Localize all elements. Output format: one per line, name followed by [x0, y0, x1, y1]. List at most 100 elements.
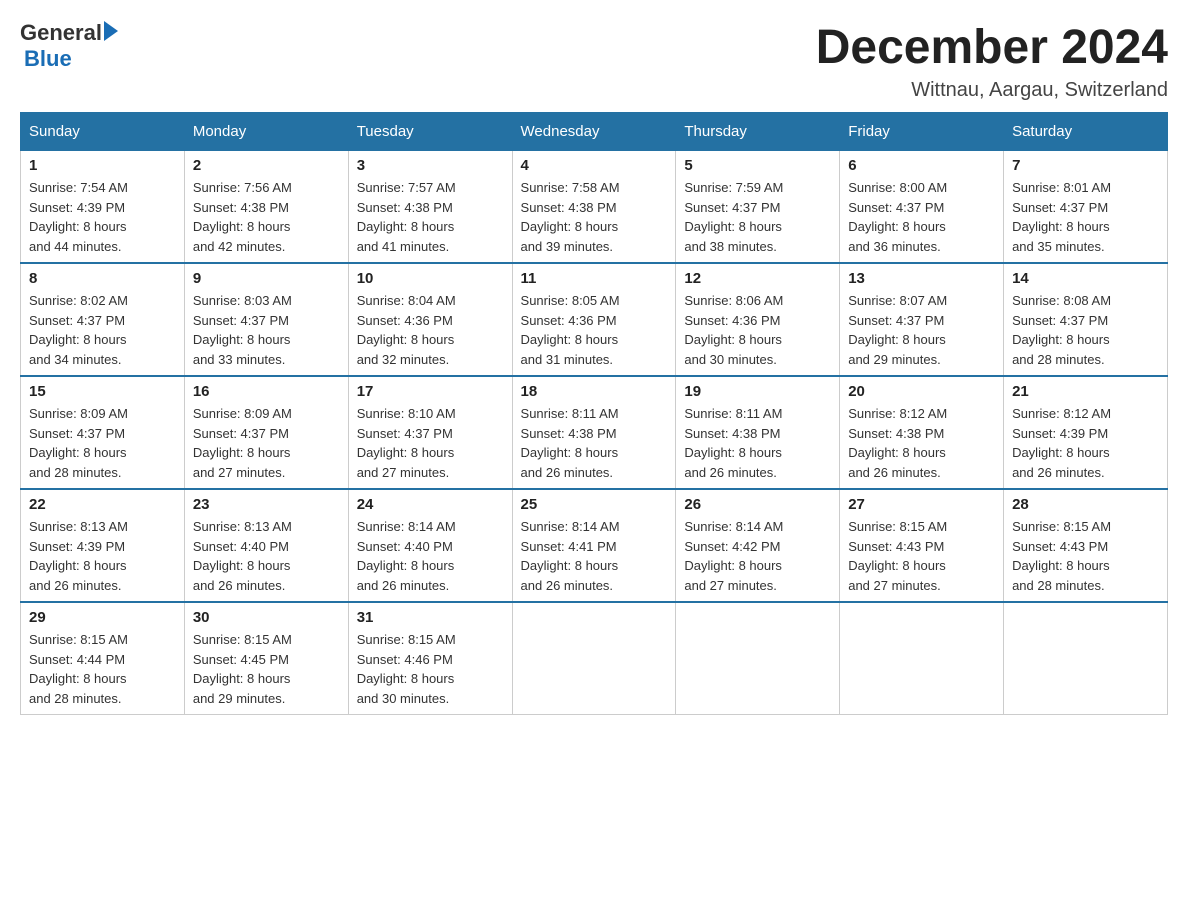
calendar-cell: 25 Sunrise: 8:14 AM Sunset: 4:41 PM Dayl… — [512, 489, 676, 602]
calendar-cell: 21 Sunrise: 8:12 AM Sunset: 4:39 PM Dayl… — [1004, 376, 1168, 489]
day-number: 1 — [29, 157, 176, 174]
day-info: Sunrise: 8:12 AM Sunset: 4:38 PM Dayligh… — [848, 404, 995, 482]
calendar-week-row: 22 Sunrise: 8:13 AM Sunset: 4:39 PM Dayl… — [21, 489, 1168, 602]
day-number: 9 — [193, 270, 340, 287]
calendar-cell: 23 Sunrise: 8:13 AM Sunset: 4:40 PM Dayl… — [184, 489, 348, 602]
day-number: 28 — [1012, 496, 1159, 513]
day-number: 27 — [848, 496, 995, 513]
calendar-week-row: 8 Sunrise: 8:02 AM Sunset: 4:37 PM Dayli… — [21, 263, 1168, 376]
day-number: 2 — [193, 157, 340, 174]
day-number: 8 — [29, 270, 176, 287]
calendar-cell — [512, 602, 676, 715]
calendar-cell: 27 Sunrise: 8:15 AM Sunset: 4:43 PM Dayl… — [840, 489, 1004, 602]
calendar-cell: 11 Sunrise: 8:05 AM Sunset: 4:36 PM Dayl… — [512, 263, 676, 376]
day-number: 4 — [521, 157, 668, 174]
calendar-cell: 17 Sunrise: 8:10 AM Sunset: 4:37 PM Dayl… — [348, 376, 512, 489]
calendar-cell: 2 Sunrise: 7:56 AM Sunset: 4:38 PM Dayli… — [184, 151, 348, 264]
header-day: Sunday — [21, 113, 185, 151]
day-info: Sunrise: 8:08 AM Sunset: 4:37 PM Dayligh… — [1012, 291, 1159, 369]
day-info: Sunrise: 7:56 AM Sunset: 4:38 PM Dayligh… — [193, 178, 340, 256]
calendar-cell: 13 Sunrise: 8:07 AM Sunset: 4:37 PM Dayl… — [840, 263, 1004, 376]
calendar-cell: 9 Sunrise: 8:03 AM Sunset: 4:37 PM Dayli… — [184, 263, 348, 376]
calendar-cell: 28 Sunrise: 8:15 AM Sunset: 4:43 PM Dayl… — [1004, 489, 1168, 602]
header-day: Monday — [184, 113, 348, 151]
day-number: 12 — [684, 270, 831, 287]
page-header: General Blue December 2024 Wittnau, Aarg… — [20, 20, 1168, 102]
day-info: Sunrise: 8:04 AM Sunset: 4:36 PM Dayligh… — [357, 291, 504, 369]
day-info: Sunrise: 7:54 AM Sunset: 4:39 PM Dayligh… — [29, 178, 176, 256]
calendar-cell: 3 Sunrise: 7:57 AM Sunset: 4:38 PM Dayli… — [348, 151, 512, 264]
calendar-week-row: 15 Sunrise: 8:09 AM Sunset: 4:37 PM Dayl… — [21, 376, 1168, 489]
day-number: 16 — [193, 383, 340, 400]
day-number: 11 — [521, 270, 668, 287]
day-info: Sunrise: 8:15 AM Sunset: 4:46 PM Dayligh… — [357, 630, 504, 708]
day-number: 24 — [357, 496, 504, 513]
day-info: Sunrise: 8:12 AM Sunset: 4:39 PM Dayligh… — [1012, 404, 1159, 482]
day-number: 20 — [848, 383, 995, 400]
day-info: Sunrise: 8:00 AM Sunset: 4:37 PM Dayligh… — [848, 178, 995, 256]
day-number: 13 — [848, 270, 995, 287]
calendar-cell — [676, 602, 840, 715]
logo: General Blue — [20, 20, 118, 72]
day-info: Sunrise: 8:14 AM Sunset: 4:40 PM Dayligh… — [357, 517, 504, 595]
page-title: December 2024 — [816, 20, 1168, 75]
calendar-cell: 10 Sunrise: 8:04 AM Sunset: 4:36 PM Dayl… — [348, 263, 512, 376]
calendar-cell: 20 Sunrise: 8:12 AM Sunset: 4:38 PM Dayl… — [840, 376, 1004, 489]
day-number: 18 — [521, 383, 668, 400]
day-info: Sunrise: 8:09 AM Sunset: 4:37 PM Dayligh… — [193, 404, 340, 482]
day-number: 3 — [357, 157, 504, 174]
header-row: SundayMondayTuesdayWednesdayThursdayFrid… — [21, 113, 1168, 151]
day-number: 29 — [29, 609, 176, 626]
calendar-cell: 29 Sunrise: 8:15 AM Sunset: 4:44 PM Dayl… — [21, 602, 185, 715]
calendar-cell: 5 Sunrise: 7:59 AM Sunset: 4:37 PM Dayli… — [676, 151, 840, 264]
calendar-cell: 30 Sunrise: 8:15 AM Sunset: 4:45 PM Dayl… — [184, 602, 348, 715]
logo-general: General — [20, 20, 102, 46]
day-number: 15 — [29, 383, 176, 400]
day-info: Sunrise: 8:14 AM Sunset: 4:42 PM Dayligh… — [684, 517, 831, 595]
day-info: Sunrise: 7:59 AM Sunset: 4:37 PM Dayligh… — [684, 178, 831, 256]
calendar-cell: 19 Sunrise: 8:11 AM Sunset: 4:38 PM Dayl… — [676, 376, 840, 489]
day-info: Sunrise: 8:13 AM Sunset: 4:39 PM Dayligh… — [29, 517, 176, 595]
header-day: Wednesday — [512, 113, 676, 151]
header-day: Thursday — [676, 113, 840, 151]
day-number: 6 — [848, 157, 995, 174]
day-info: Sunrise: 8:13 AM Sunset: 4:40 PM Dayligh… — [193, 517, 340, 595]
day-info: Sunrise: 8:06 AM Sunset: 4:36 PM Dayligh… — [684, 291, 831, 369]
day-info: Sunrise: 8:15 AM Sunset: 4:43 PM Dayligh… — [1012, 517, 1159, 595]
day-info: Sunrise: 8:15 AM Sunset: 4:44 PM Dayligh… — [29, 630, 176, 708]
calendar-cell: 1 Sunrise: 7:54 AM Sunset: 4:39 PM Dayli… — [21, 151, 185, 264]
day-info: Sunrise: 8:15 AM Sunset: 4:43 PM Dayligh… — [848, 517, 995, 595]
header-day: Friday — [840, 113, 1004, 151]
day-info: Sunrise: 8:14 AM Sunset: 4:41 PM Dayligh… — [521, 517, 668, 595]
day-info: Sunrise: 8:09 AM Sunset: 4:37 PM Dayligh… — [29, 404, 176, 482]
logo-arrow-icon — [104, 21, 118, 41]
calendar-cell: 22 Sunrise: 8:13 AM Sunset: 4:39 PM Dayl… — [21, 489, 185, 602]
day-info: Sunrise: 8:03 AM Sunset: 4:37 PM Dayligh… — [193, 291, 340, 369]
day-info: Sunrise: 7:58 AM Sunset: 4:38 PM Dayligh… — [521, 178, 668, 256]
calendar-cell: 8 Sunrise: 8:02 AM Sunset: 4:37 PM Dayli… — [21, 263, 185, 376]
day-info: Sunrise: 8:02 AM Sunset: 4:37 PM Dayligh… — [29, 291, 176, 369]
calendar-cell: 18 Sunrise: 8:11 AM Sunset: 4:38 PM Dayl… — [512, 376, 676, 489]
day-info: Sunrise: 8:11 AM Sunset: 4:38 PM Dayligh… — [684, 404, 831, 482]
calendar-week-row: 1 Sunrise: 7:54 AM Sunset: 4:39 PM Dayli… — [21, 151, 1168, 264]
day-number: 14 — [1012, 270, 1159, 287]
day-number: 5 — [684, 157, 831, 174]
calendar-week-row: 29 Sunrise: 8:15 AM Sunset: 4:44 PM Dayl… — [21, 602, 1168, 715]
calendar-cell: 12 Sunrise: 8:06 AM Sunset: 4:36 PM Dayl… — [676, 263, 840, 376]
day-number: 10 — [357, 270, 504, 287]
logo-blue: Blue — [24, 46, 72, 72]
day-number: 17 — [357, 383, 504, 400]
day-number: 31 — [357, 609, 504, 626]
calendar-cell — [840, 602, 1004, 715]
day-number: 22 — [29, 496, 176, 513]
day-number: 26 — [684, 496, 831, 513]
calendar-cell: 15 Sunrise: 8:09 AM Sunset: 4:37 PM Dayl… — [21, 376, 185, 489]
header-day: Saturday — [1004, 113, 1168, 151]
calendar-cell: 31 Sunrise: 8:15 AM Sunset: 4:46 PM Dayl… — [348, 602, 512, 715]
calendar-table: SundayMondayTuesdayWednesdayThursdayFrid… — [20, 112, 1168, 715]
calendar-cell: 4 Sunrise: 7:58 AM Sunset: 4:38 PM Dayli… — [512, 151, 676, 264]
header-day: Tuesday — [348, 113, 512, 151]
location-subtitle: Wittnau, Aargau, Switzerland — [816, 79, 1168, 102]
day-info: Sunrise: 8:01 AM Sunset: 4:37 PM Dayligh… — [1012, 178, 1159, 256]
day-number: 21 — [1012, 383, 1159, 400]
